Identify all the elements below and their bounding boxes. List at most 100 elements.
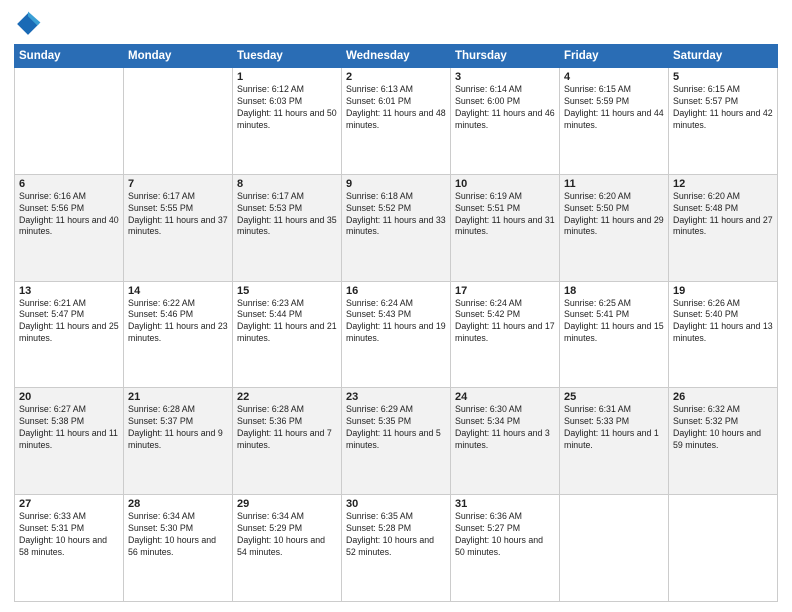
day-info: Sunrise: 6:27 AM Sunset: 5:38 PM Dayligh… (19, 404, 119, 452)
day-number: 23 (346, 391, 446, 403)
calendar-cell: 24Sunrise: 6:30 AM Sunset: 5:34 PM Dayli… (451, 388, 560, 495)
calendar-cell: 26Sunrise: 6:32 AM Sunset: 5:32 PM Dayli… (669, 388, 778, 495)
calendar-cell: 11Sunrise: 6:20 AM Sunset: 5:50 PM Dayli… (560, 174, 669, 281)
calendar-cell: 29Sunrise: 6:34 AM Sunset: 5:29 PM Dayli… (233, 495, 342, 602)
calendar-cell: 25Sunrise: 6:31 AM Sunset: 5:33 PM Dayli… (560, 388, 669, 495)
calendar-cell: 7Sunrise: 6:17 AM Sunset: 5:55 PM Daylig… (124, 174, 233, 281)
day-info: Sunrise: 6:35 AM Sunset: 5:28 PM Dayligh… (346, 511, 446, 559)
day-info: Sunrise: 6:21 AM Sunset: 5:47 PM Dayligh… (19, 298, 119, 346)
week-row-2: 6Sunrise: 6:16 AM Sunset: 5:56 PM Daylig… (15, 174, 778, 281)
day-info: Sunrise: 6:36 AM Sunset: 5:27 PM Dayligh… (455, 511, 555, 559)
calendar-header-row: SundayMondayTuesdayWednesdayThursdayFrid… (15, 45, 778, 68)
day-info: Sunrise: 6:17 AM Sunset: 5:53 PM Dayligh… (237, 191, 337, 239)
day-info: Sunrise: 6:24 AM Sunset: 5:42 PM Dayligh… (455, 298, 555, 346)
day-header-friday: Friday (560, 45, 669, 68)
calendar-cell: 16Sunrise: 6:24 AM Sunset: 5:43 PM Dayli… (342, 281, 451, 388)
day-number: 5 (673, 71, 773, 83)
calendar-cell: 22Sunrise: 6:28 AM Sunset: 5:36 PM Dayli… (233, 388, 342, 495)
day-number: 29 (237, 498, 337, 510)
calendar-cell: 8Sunrise: 6:17 AM Sunset: 5:53 PM Daylig… (233, 174, 342, 281)
day-info: Sunrise: 6:29 AM Sunset: 5:35 PM Dayligh… (346, 404, 446, 452)
day-info: Sunrise: 6:17 AM Sunset: 5:55 PM Dayligh… (128, 191, 228, 239)
day-number: 15 (237, 285, 337, 297)
calendar-cell: 3Sunrise: 6:14 AM Sunset: 6:00 PM Daylig… (451, 68, 560, 175)
day-number: 30 (346, 498, 446, 510)
day-number: 28 (128, 498, 228, 510)
day-number: 31 (455, 498, 555, 510)
day-info: Sunrise: 6:18 AM Sunset: 5:52 PM Dayligh… (346, 191, 446, 239)
day-number: 2 (346, 71, 446, 83)
calendar-cell (669, 495, 778, 602)
day-number: 9 (346, 178, 446, 190)
day-info: Sunrise: 6:14 AM Sunset: 6:00 PM Dayligh… (455, 84, 555, 132)
calendar-cell: 13Sunrise: 6:21 AM Sunset: 5:47 PM Dayli… (15, 281, 124, 388)
day-info: Sunrise: 6:34 AM Sunset: 5:30 PM Dayligh… (128, 511, 228, 559)
day-number: 27 (19, 498, 119, 510)
header (14, 10, 778, 38)
week-row-3: 13Sunrise: 6:21 AM Sunset: 5:47 PM Dayli… (15, 281, 778, 388)
day-info: Sunrise: 6:31 AM Sunset: 5:33 PM Dayligh… (564, 404, 664, 452)
day-number: 26 (673, 391, 773, 403)
day-info: Sunrise: 6:20 AM Sunset: 5:48 PM Dayligh… (673, 191, 773, 239)
calendar-cell: 9Sunrise: 6:18 AM Sunset: 5:52 PM Daylig… (342, 174, 451, 281)
calendar: SundayMondayTuesdayWednesdayThursdayFrid… (14, 44, 778, 602)
calendar-cell: 31Sunrise: 6:36 AM Sunset: 5:27 PM Dayli… (451, 495, 560, 602)
calendar-cell: 17Sunrise: 6:24 AM Sunset: 5:42 PM Dayli… (451, 281, 560, 388)
day-number: 18 (564, 285, 664, 297)
calendar-cell (124, 68, 233, 175)
day-number: 1 (237, 71, 337, 83)
calendar-cell: 6Sunrise: 6:16 AM Sunset: 5:56 PM Daylig… (15, 174, 124, 281)
day-header-thursday: Thursday (451, 45, 560, 68)
calendar-cell: 20Sunrise: 6:27 AM Sunset: 5:38 PM Dayli… (15, 388, 124, 495)
day-number: 24 (455, 391, 555, 403)
calendar-cell: 5Sunrise: 6:15 AM Sunset: 5:57 PM Daylig… (669, 68, 778, 175)
calendar-cell: 1Sunrise: 6:12 AM Sunset: 6:03 PM Daylig… (233, 68, 342, 175)
day-info: Sunrise: 6:16 AM Sunset: 5:56 PM Dayligh… (19, 191, 119, 239)
day-header-wednesday: Wednesday (342, 45, 451, 68)
logo-icon (14, 10, 42, 38)
calendar-cell: 28Sunrise: 6:34 AM Sunset: 5:30 PM Dayli… (124, 495, 233, 602)
calendar-cell: 12Sunrise: 6:20 AM Sunset: 5:48 PM Dayli… (669, 174, 778, 281)
day-header-sunday: Sunday (15, 45, 124, 68)
calendar-cell: 4Sunrise: 6:15 AM Sunset: 5:59 PM Daylig… (560, 68, 669, 175)
day-number: 13 (19, 285, 119, 297)
day-info: Sunrise: 6:33 AM Sunset: 5:31 PM Dayligh… (19, 511, 119, 559)
day-info: Sunrise: 6:25 AM Sunset: 5:41 PM Dayligh… (564, 298, 664, 346)
calendar-cell: 27Sunrise: 6:33 AM Sunset: 5:31 PM Dayli… (15, 495, 124, 602)
day-info: Sunrise: 6:22 AM Sunset: 5:46 PM Dayligh… (128, 298, 228, 346)
calendar-cell: 23Sunrise: 6:29 AM Sunset: 5:35 PM Dayli… (342, 388, 451, 495)
calendar-cell: 15Sunrise: 6:23 AM Sunset: 5:44 PM Dayli… (233, 281, 342, 388)
day-number: 6 (19, 178, 119, 190)
day-info: Sunrise: 6:34 AM Sunset: 5:29 PM Dayligh… (237, 511, 337, 559)
day-number: 14 (128, 285, 228, 297)
week-row-5: 27Sunrise: 6:33 AM Sunset: 5:31 PM Dayli… (15, 495, 778, 602)
calendar-cell: 14Sunrise: 6:22 AM Sunset: 5:46 PM Dayli… (124, 281, 233, 388)
day-number: 7 (128, 178, 228, 190)
week-row-4: 20Sunrise: 6:27 AM Sunset: 5:38 PM Dayli… (15, 388, 778, 495)
day-info: Sunrise: 6:15 AM Sunset: 5:57 PM Dayligh… (673, 84, 773, 132)
page: SundayMondayTuesdayWednesdayThursdayFrid… (0, 0, 792, 612)
day-number: 19 (673, 285, 773, 297)
day-header-tuesday: Tuesday (233, 45, 342, 68)
calendar-cell: 30Sunrise: 6:35 AM Sunset: 5:28 PM Dayli… (342, 495, 451, 602)
day-number: 20 (19, 391, 119, 403)
day-header-saturday: Saturday (669, 45, 778, 68)
day-info: Sunrise: 6:28 AM Sunset: 5:36 PM Dayligh… (237, 404, 337, 452)
day-info: Sunrise: 6:15 AM Sunset: 5:59 PM Dayligh… (564, 84, 664, 132)
day-info: Sunrise: 6:30 AM Sunset: 5:34 PM Dayligh… (455, 404, 555, 452)
day-number: 12 (673, 178, 773, 190)
day-header-monday: Monday (124, 45, 233, 68)
day-number: 3 (455, 71, 555, 83)
day-number: 17 (455, 285, 555, 297)
day-info: Sunrise: 6:26 AM Sunset: 5:40 PM Dayligh… (673, 298, 773, 346)
calendar-cell (560, 495, 669, 602)
day-info: Sunrise: 6:19 AM Sunset: 5:51 PM Dayligh… (455, 191, 555, 239)
day-info: Sunrise: 6:20 AM Sunset: 5:50 PM Dayligh… (564, 191, 664, 239)
day-number: 8 (237, 178, 337, 190)
day-number: 22 (237, 391, 337, 403)
calendar-cell: 10Sunrise: 6:19 AM Sunset: 5:51 PM Dayli… (451, 174, 560, 281)
calendar-cell: 18Sunrise: 6:25 AM Sunset: 5:41 PM Dayli… (560, 281, 669, 388)
day-info: Sunrise: 6:12 AM Sunset: 6:03 PM Dayligh… (237, 84, 337, 132)
calendar-cell: 19Sunrise: 6:26 AM Sunset: 5:40 PM Dayli… (669, 281, 778, 388)
calendar-cell: 2Sunrise: 6:13 AM Sunset: 6:01 PM Daylig… (342, 68, 451, 175)
